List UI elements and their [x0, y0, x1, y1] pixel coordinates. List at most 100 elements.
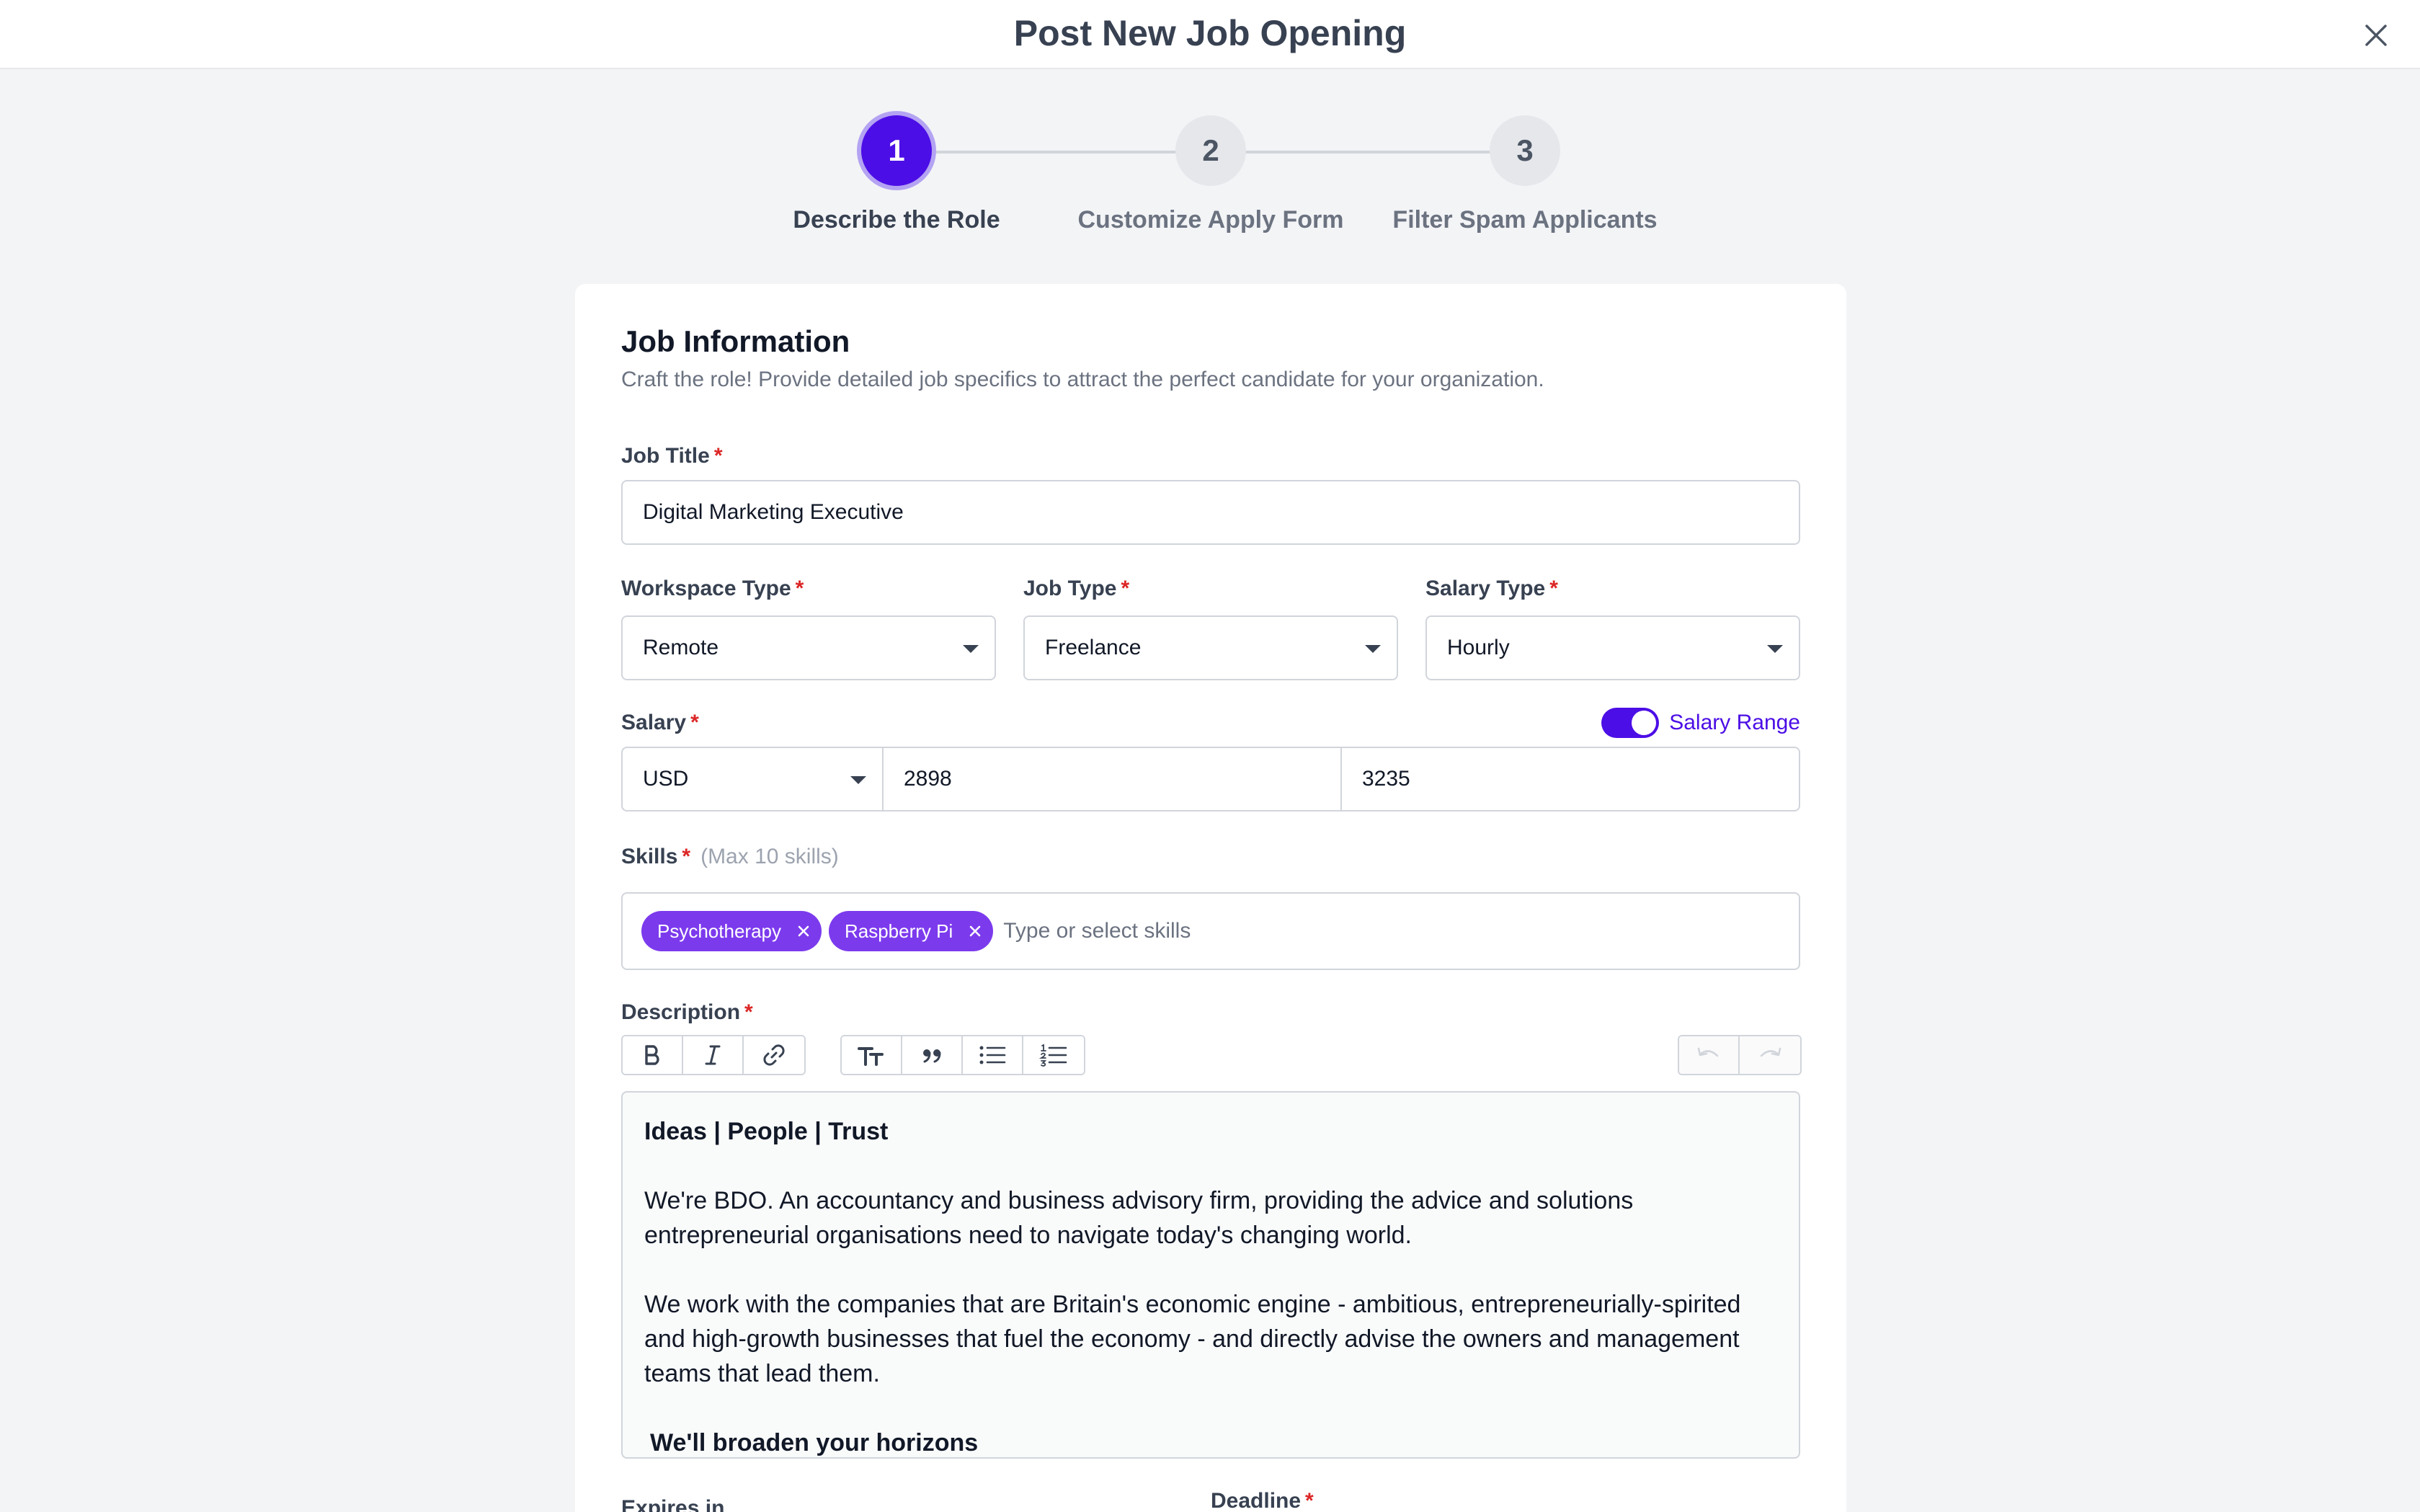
input-value: Digital Marketing Executive: [643, 500, 904, 524]
required-mark: *: [744, 1000, 753, 1024]
job-title-input[interactable]: Digital Marketing Executive: [621, 480, 1800, 545]
label-text: Workspace Type: [621, 577, 791, 600]
close-button[interactable]: [2357, 16, 2395, 55]
format-toolbar-group: [621, 1035, 806, 1075]
input-value: 3235: [1362, 767, 1410, 791]
description-label: Description *: [621, 1000, 753, 1025]
section-title: Job Information: [621, 324, 850, 358]
redo-icon: [1760, 1047, 1781, 1057]
required-mark: *: [713, 444, 723, 468]
bullet-list-button[interactable]: [963, 1036, 1023, 1074]
select-value: USD: [643, 767, 689, 791]
skill-chip: Psychotherapy: [641, 911, 822, 951]
select-value: Remote: [643, 636, 719, 659]
job-information-card: Job Information Craft the role! Provide …: [575, 284, 1846, 1512]
salary-type-select[interactable]: Hourly: [1425, 615, 1800, 680]
quote-button[interactable]: [902, 1036, 963, 1074]
toggle-switch[interactable]: [1601, 708, 1660, 738]
remove-skill-button[interactable]: [793, 920, 814, 942]
salary-label: Salary *: [621, 711, 699, 735]
salary-type-label: Salary Type *: [1425, 577, 1558, 601]
job-type-select[interactable]: Freelance: [1023, 615, 1398, 680]
required-mark: *: [1549, 577, 1558, 600]
step-label: Filter Spam Applicants: [1392, 206, 1658, 234]
modal-header: Post New Job Opening: [0, 0, 2420, 69]
undo-button[interactable]: [1679, 1036, 1740, 1074]
step-number: 2: [1175, 115, 1246, 186]
bold-icon: [645, 1045, 659, 1065]
label-text: Job Type: [1023, 577, 1117, 600]
required-mark: *: [795, 577, 804, 600]
description-heading: Ideas | People | Trust: [644, 1118, 889, 1145]
label-text: Salary Type: [1425, 577, 1546, 600]
deadline-label: Deadline *: [1211, 1489, 1314, 1512]
remove-skill-button[interactable]: [964, 920, 986, 942]
workspace-type-select[interactable]: Remote: [621, 615, 996, 680]
undo-icon: [1697, 1047, 1719, 1057]
heading-button[interactable]: [842, 1036, 902, 1074]
select-value: Freelance: [1045, 636, 1142, 659]
description-editor[interactable]: Ideas | People | Trust We're BDO. An acc…: [621, 1091, 1800, 1459]
label-text: Job Title: [621, 444, 710, 468]
salary-max-input[interactable]: 3235: [1342, 748, 1799, 810]
workspace-type-label: Workspace Type *: [621, 577, 804, 601]
expires-in-label: Expires in: [621, 1496, 724, 1512]
italic-button[interactable]: [683, 1036, 744, 1074]
currency-select[interactable]: USD: [623, 748, 884, 810]
skill-chip: Raspberry Pi: [828, 911, 994, 951]
step-label: Customize Apply Form: [1077, 206, 1344, 234]
text-size-icon: [858, 1047, 884, 1066]
toggle-knob: [1632, 711, 1657, 735]
label-text: Description: [621, 1000, 741, 1024]
italic-icon: [705, 1045, 721, 1065]
numbered-list-icon: [1039, 1044, 1067, 1067]
redo-button[interactable]: [1740, 1036, 1800, 1074]
link-button[interactable]: [744, 1036, 804, 1074]
step-label: Describe the Role: [793, 206, 1000, 234]
section-subtitle: Craft the role! Provide detailed job spe…: [621, 368, 1544, 391]
block-toolbar-group: [840, 1035, 1085, 1075]
link-icon: [763, 1044, 785, 1066]
required-mark: *: [1305, 1489, 1314, 1512]
history-toolbar-group: [1678, 1035, 1802, 1075]
description-paragraph: We work with the companies that are Brit…: [644, 1291, 1741, 1387]
step-number: 3: [1490, 115, 1560, 186]
description-paragraph: We're BDO. An accountancy and business a…: [644, 1187, 1634, 1249]
salary-range-label: Salary Range: [1669, 711, 1800, 734]
caret-down-icon: [850, 776, 866, 784]
label-text: Skills: [621, 845, 678, 868]
required-mark: *: [1121, 577, 1130, 600]
chip-label: Raspberry Pi: [844, 920, 953, 942]
skills-search-input[interactable]: Type or select skills: [1003, 919, 1191, 943]
required-mark: *: [690, 711, 699, 734]
job-title-label: Job Title *: [621, 444, 723, 468]
caret-down-icon: [1767, 645, 1783, 653]
close-icon: [969, 925, 981, 937]
step-number: 1: [861, 115, 932, 186]
input-value: 2898: [904, 767, 952, 791]
quote-icon: [923, 1049, 941, 1063]
skills-input-box[interactable]: Psychotherapy Raspberry Pi Type or selec…: [621, 892, 1800, 970]
step-customize-apply-form[interactable]: 2 Customize Apply Form: [1067, 115, 1355, 234]
required-mark: *: [682, 845, 691, 868]
app-root: Post New Job Opening 1 Describe the Role…: [0, 0, 2420, 1512]
chip-label: Psychotherapy: [657, 920, 781, 942]
salary-input-group: USD 2898 3235: [621, 747, 1800, 811]
select-value: Hourly: [1447, 636, 1510, 659]
caret-down-icon: [1365, 645, 1381, 653]
description-subheading: We'll broaden your horizons: [650, 1429, 979, 1457]
salary-range-toggle[interactable]: Salary Range: [1601, 708, 1800, 738]
label-text: Salary: [621, 711, 687, 734]
bold-button[interactable]: [623, 1036, 683, 1074]
label-text: Expires in: [621, 1496, 725, 1512]
page-title: Post New Job Opening: [1013, 13, 1407, 53]
numbered-list-button[interactable]: [1023, 1036, 1084, 1074]
step-filter-spam[interactable]: 3 Filter Spam Applicants: [1381, 115, 1669, 234]
close-icon: [798, 925, 809, 937]
skills-label: Skills * (Max 10 skills): [621, 845, 839, 869]
step-describe-role[interactable]: 1 Describe the Role: [752, 115, 1041, 234]
stepper: 1 Describe the Role 2 Customize Apply Fo…: [0, 115, 2420, 245]
label-text: Deadline: [1211, 1489, 1302, 1512]
salary-min-input[interactable]: 2898: [884, 748, 1342, 810]
caret-down-icon: [963, 645, 979, 653]
